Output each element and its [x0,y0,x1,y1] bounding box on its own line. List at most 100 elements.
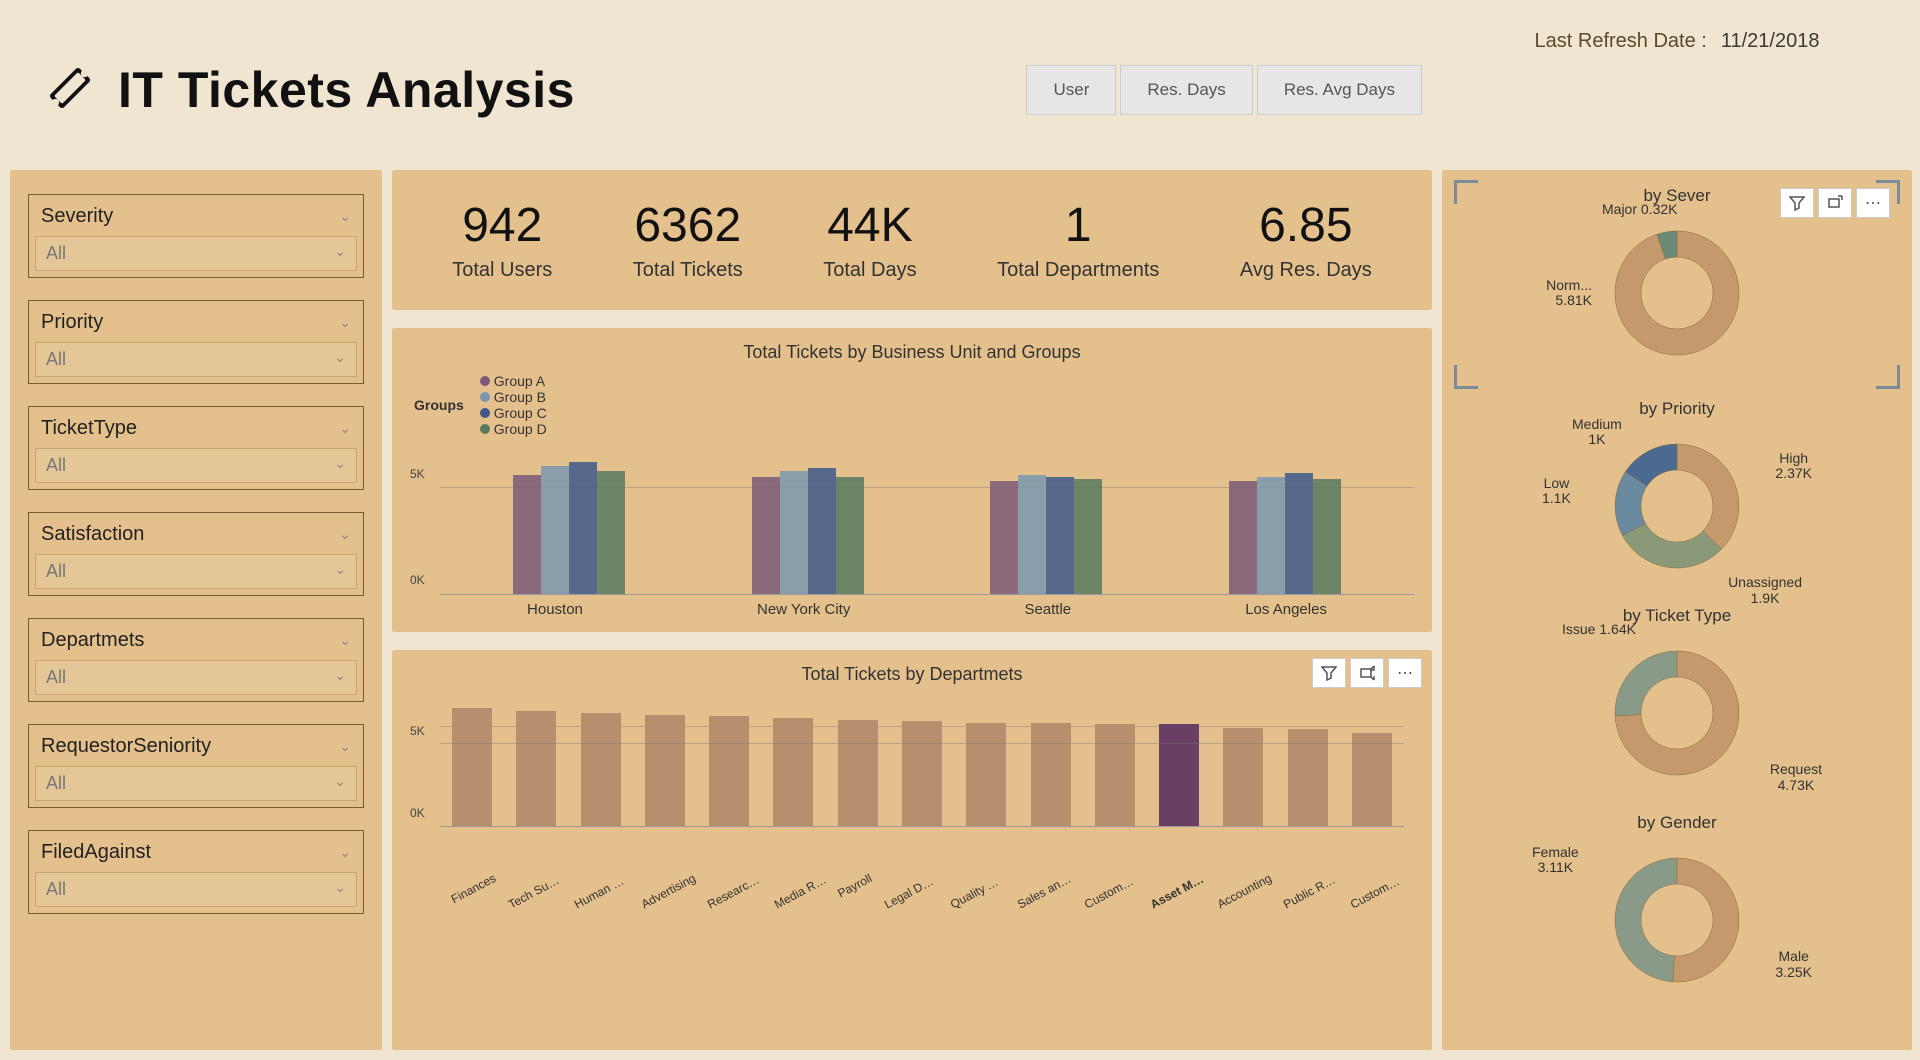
slicer-value: All [46,561,66,582]
bar[interactable] [1352,733,1392,826]
visual-toolbar: ⋯ [1780,188,1890,218]
bar[interactable] [452,708,492,826]
slicer-label: Severity [41,205,113,228]
bar[interactable] [966,723,1006,826]
more-options-icon[interactable]: ⋯ [1856,188,1890,218]
bar[interactable] [990,481,1018,594]
slicer-severity[interactable]: Severity⌄ All⌄ [28,194,364,278]
bar[interactable] [838,720,878,826]
donut-slice[interactable] [1615,858,1677,982]
bar[interactable] [709,716,749,826]
y-tick: 0K [410,573,425,587]
slicer-label: Satisfaction [41,523,144,546]
bar[interactable] [1257,477,1285,594]
y-tick: 5K [410,724,425,738]
chevron-down-icon: ⌄ [334,349,346,370]
filter-icon[interactable] [1780,188,1814,218]
bar[interactable] [569,462,597,594]
slicer-dropdown[interactable]: All⌄ [35,448,357,483]
slicer-dropdown[interactable]: All ⌄ [35,342,357,377]
kpi-value: 6362 [633,198,743,253]
bar[interactable] [541,466,569,594]
donut-slice-label: Medium1K [1572,417,1622,448]
slicer-requestorseniority[interactable]: RequestorSeniority⌄ All⌄ [28,724,364,808]
slicer-dropdown[interactable]: All⌄ [35,660,357,695]
donut-slice-label: Low1.1K [1542,476,1571,507]
chevron-down-icon: ⌄ [334,561,346,582]
slicer-priority[interactable]: Priority⌄ All⌄ [28,300,364,384]
slicer-dropdown[interactable]: All⌄ [35,236,357,271]
x-axis-label: Legal Depar... [882,871,942,912]
legend-item[interactable]: Group B [480,389,547,405]
grouped-bar-chart[interactable]: Total Tickets by Business Unit and Group… [392,328,1432,632]
grouped-chart-title: Total Tickets by Business Unit and Group… [410,342,1414,363]
donut-title: by Gender [1454,813,1900,833]
slicer-dropdown[interactable]: All ⌄ [35,554,357,589]
slicer-departmets[interactable]: Departmets⌄ All⌄ [28,618,364,702]
bar[interactable] [1046,477,1074,594]
donut-gender[interactable]: by Gender Female3.11K Male3.25K [1454,813,1900,1010]
bar[interactable] [780,471,808,594]
bar[interactable] [581,713,621,826]
slicer-satisfaction[interactable]: Satisfaction ⌄ All ⌄ [28,512,364,596]
tab-user[interactable]: User [1026,65,1116,115]
bar[interactable] [1285,473,1313,594]
bar[interactable] [645,715,685,826]
focus-mode-icon[interactable] [1350,658,1384,688]
tab-res-days[interactable]: Res. Days [1120,65,1252,115]
x-axis-label: Quality Assu... [948,871,1008,912]
more-options-icon[interactable]: ⋯ [1388,658,1422,688]
bar[interactable] [1074,479,1102,594]
donut-slice[interactable] [1615,651,1677,716]
slicer-value: All [46,667,66,688]
x-axis-label: Customer S... [1348,871,1408,912]
donut-slice-label: Unassigned1.9K [1728,575,1802,606]
filter-icon[interactable] [1312,658,1346,688]
kpi-label: Avg Res. Days [1240,259,1372,282]
legend-item[interactable]: Group C [480,405,547,421]
donut-slice[interactable] [1677,444,1739,549]
slicer-dropdown[interactable]: All⌄ [35,766,357,801]
bar[interactable] [1159,724,1199,826]
kpi-value: 6.85 [1240,198,1372,253]
kpi-card: 1Total Departments [997,198,1159,282]
bar[interactable] [1031,723,1071,826]
y-tick: 0K [410,806,425,820]
donut-priority[interactable]: by Priority Medium1K Low1.1K High2.37K U… [1454,399,1900,596]
chevron-down-icon: ⌄ [339,738,351,755]
bar[interactable] [808,468,836,594]
bar-group [752,445,864,594]
slicer-filedagainst[interactable]: FiledAgainst⌄ All⌄ [28,830,364,914]
bar[interactable] [752,477,780,594]
donut-severity[interactable]: ⋯ by Sever Major 0.32K Norm...5.81K [1454,180,1900,389]
legend-swatch-icon [480,408,490,418]
bar[interactable] [1229,481,1257,594]
slicer-tickettype[interactable]: TicketType⌄ All⌄ [28,406,364,490]
chevron-down-icon: ⌄ [339,526,351,543]
bar[interactable] [1313,479,1341,594]
slicer-dropdown[interactable]: All⌄ [35,872,357,907]
donut-slice[interactable] [1673,858,1739,982]
legend-item[interactable]: Group A [480,373,547,389]
bar[interactable] [902,721,942,826]
slicer-value: All [46,349,66,370]
kpi-card: 942Total Users [452,198,552,282]
legend-item[interactable]: Group D [480,421,547,437]
bar[interactable] [513,475,541,594]
dept-bar-chart[interactable]: ⋯ Total Tickets by Departmets 0K Finance… [392,650,1432,1050]
donut-tickettype[interactable]: by Ticket Type Issue 1.64K Request4.73K [1454,606,1900,803]
bar[interactable] [1018,475,1046,594]
slicer-label: FiledAgainst [41,841,151,864]
tab-res-avg-days[interactable]: Res. Avg Days [1257,65,1422,115]
x-axis-label: New York City [757,601,850,618]
kpi-card: 6362Total Tickets [633,198,743,282]
legend-text: Group D [494,421,547,437]
bar[interactable] [516,711,556,826]
bar[interactable] [773,718,813,826]
bar[interactable] [836,477,864,594]
bar[interactable] [597,471,625,594]
bar-group [990,445,1102,594]
focus-mode-icon[interactable] [1818,188,1852,218]
x-axis-label: Research an... [705,871,765,912]
bar[interactable] [1095,724,1135,826]
